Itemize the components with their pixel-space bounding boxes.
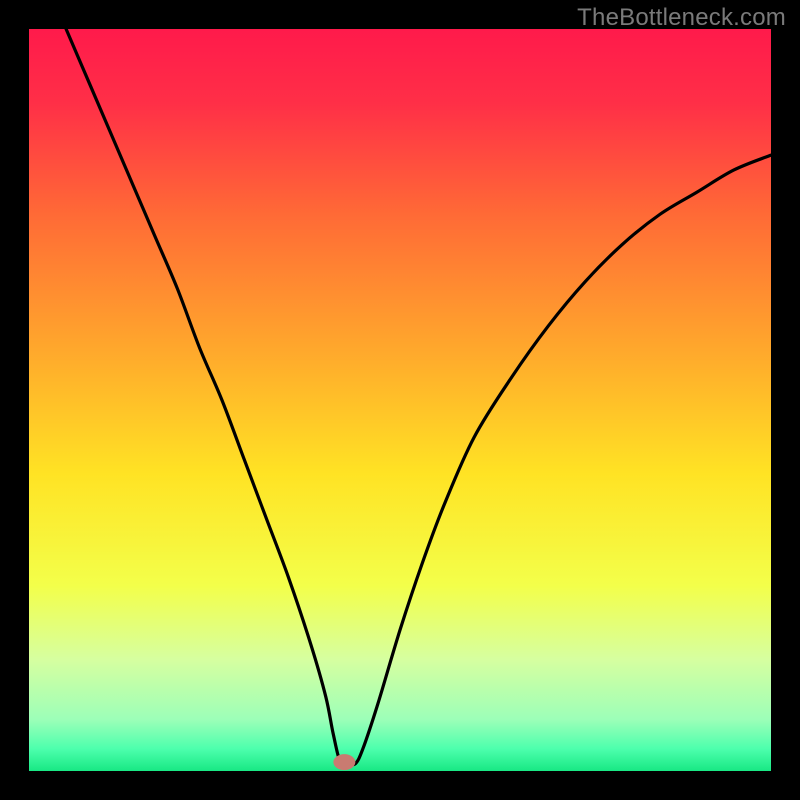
plot-background <box>29 29 771 771</box>
chart-frame: TheBottleneck.com <box>0 0 800 800</box>
bottleneck-chart <box>0 0 800 800</box>
watermark-text: TheBottleneck.com <box>577 4 786 32</box>
optimal-marker <box>333 754 355 770</box>
